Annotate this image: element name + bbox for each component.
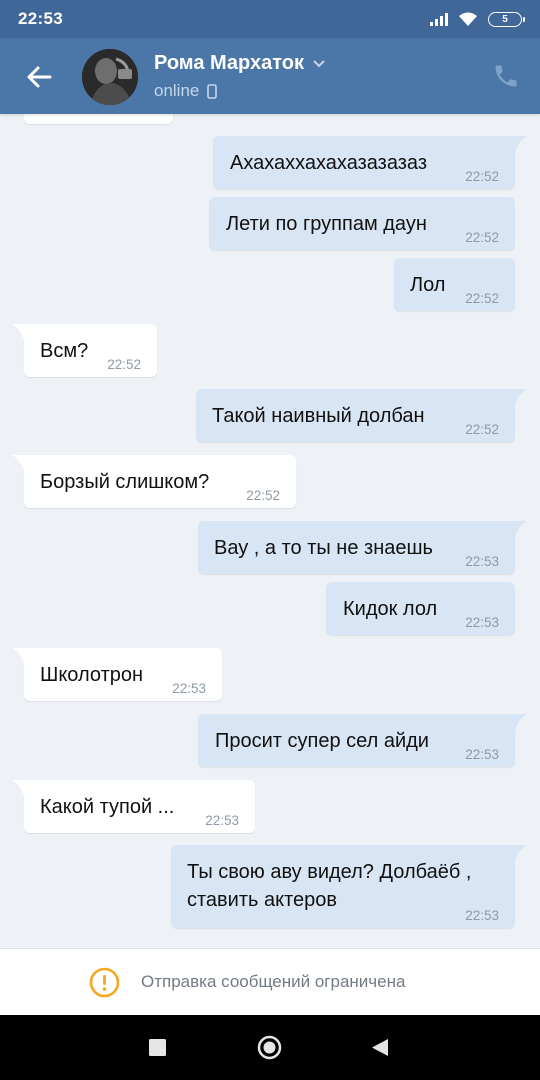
message-text: Просит супер сел айди — [215, 730, 429, 752]
message-text: Всм? — [40, 340, 89, 362]
message-list[interactable]: Ахахаххахахазазазаз 22:52 Лети по группа… — [0, 114, 540, 948]
messaging-restricted-notice: Отправка сообщений ограничена — [0, 948, 540, 1015]
message-time: 22:52 — [465, 230, 499, 245]
bubble-tail — [509, 389, 527, 405]
message-bubble-outgoing[interactable]: Лети по группам даун 22:52 — [209, 197, 515, 250]
bubble-tail — [509, 136, 527, 152]
message-time: 22:52 — [107, 357, 141, 372]
message-bubble-outgoing[interactable]: Лол 22:52 — [394, 258, 515, 311]
back-arrow-icon[interactable] — [24, 62, 54, 92]
status-icons: 5 — [430, 11, 525, 27]
message-time: 22:53 — [465, 615, 499, 630]
message-bubble-outgoing[interactable]: Вау , а то ты не знаешь 22:53 — [198, 521, 527, 574]
message-text: Такой наивный долбан — [212, 405, 425, 427]
message-time: 22:52 — [465, 169, 499, 184]
chat-header: Рома Мархаток online — [0, 38, 540, 114]
recent-apps-icon[interactable] — [149, 1039, 166, 1056]
contact-name: Рома Мархаток — [154, 52, 304, 74]
message-bubble-incoming[interactable]: Какой тупой ... 22:53 — [12, 780, 255, 833]
message-text: Кидок лол — [343, 598, 438, 620]
message-time: 22:53 — [465, 908, 499, 923]
message-bubble-outgoing[interactable]: Просит супер сел айди 22:53 — [198, 714, 527, 767]
message-text: Вау , а то ты не знаешь — [214, 537, 433, 559]
message-text: Лети по группам даун — [226, 213, 427, 235]
message-text: Борзый слишком? — [40, 471, 210, 493]
bubble-tail — [509, 521, 527, 537]
bubble-tail — [12, 780, 30, 796]
message-text: Лол — [410, 274, 446, 296]
battery-icon: 5 — [488, 11, 525, 27]
message-time: 22:53 — [205, 813, 239, 828]
message-bubble-incoming[interactable]: Борзый слишком? 22:52 — [12, 455, 296, 508]
message-time: 22:52 — [246, 488, 280, 503]
message-bubble-incoming[interactable]: Всм? 22:52 — [12, 324, 157, 377]
message-bubble-incoming[interactable]: Школотрон 22:53 — [12, 648, 222, 701]
warning-icon — [89, 967, 120, 998]
home-icon[interactable] — [257, 1035, 282, 1060]
system-nav-bar — [0, 1015, 540, 1080]
message-bubble-partial — [24, 114, 173, 124]
signal-icon — [430, 12, 448, 26]
status-time: 22:53 — [18, 9, 63, 28]
notice-text: Отправка сообщений ограничена — [141, 972, 406, 991]
message-time: 22:53 — [172, 681, 206, 696]
chevron-down-icon — [313, 59, 325, 67]
bubble-tail — [12, 455, 30, 471]
message-time: 22:53 — [465, 747, 499, 762]
message-text: Ты свою аву видел? Долбаёб , ставить акт… — [187, 861, 472, 911]
message-bubble-outgoing[interactable]: Ты свою аву видел? Долбаёб , ставить акт… — [171, 845, 527, 928]
online-status: online — [154, 81, 200, 100]
wifi-icon — [459, 12, 477, 26]
avatar[interactable] — [82, 49, 138, 105]
message-time: 22:52 — [465, 291, 499, 306]
message-bubble-outgoing[interactable]: Такой наивный долбан 22:52 — [196, 389, 527, 442]
bubble-tail — [509, 714, 527, 730]
phone-icon[interactable] — [492, 62, 520, 90]
bubble-tail — [509, 845, 527, 861]
contact-name-button[interactable]: Рома Мархаток — [154, 52, 326, 75]
back-nav-icon[interactable] — [371, 1038, 389, 1057]
mobile-icon — [207, 83, 218, 99]
contact-status: online — [154, 81, 218, 101]
bubble-tail — [12, 324, 30, 340]
status-bar: 22:53 5 — [0, 0, 540, 38]
message-bubble-outgoing[interactable]: Ахахаххахахазазазаз 22:52 — [213, 136, 527, 189]
message-text: Школотрон — [40, 664, 144, 686]
message-time: 22:53 — [465, 554, 499, 569]
message-text: Какой тупой ... — [40, 796, 175, 818]
battery-level: 5 — [502, 13, 508, 25]
bubble-tail — [12, 648, 30, 664]
message-text: Ахахаххахахазазазаз — [230, 152, 427, 174]
message-time: 22:52 — [465, 422, 499, 437]
message-bubble-outgoing[interactable]: Кидок лол 22:53 — [326, 582, 515, 635]
